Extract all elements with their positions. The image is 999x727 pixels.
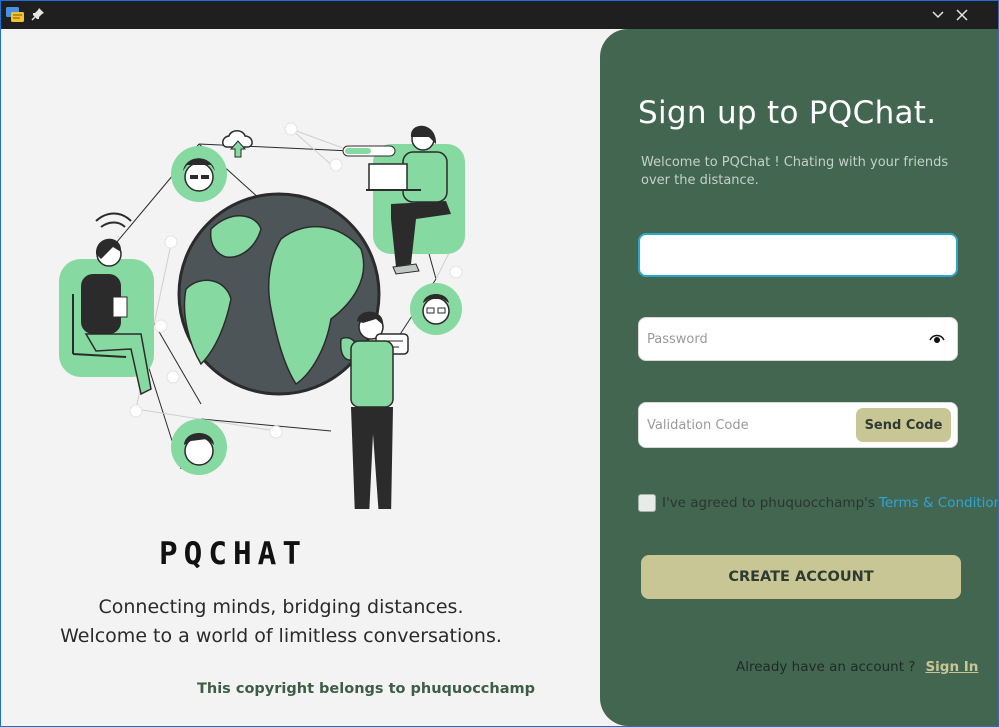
chat-app-icon [6, 7, 24, 22]
page-title: Sign up to PQChat. [638, 95, 937, 131]
minimize-button[interactable] [927, 5, 949, 25]
app-window: PQCHAT Connecting minds, bridging distan… [1, 1, 998, 726]
page-subtitle: Welcome to PQChat ! Chating with your fr… [641, 155, 949, 188]
have-account-text: Already have an account ? [736, 659, 916, 675]
chevron-down-icon [932, 11, 944, 19]
agree-text: I've agreed to phuquocchamp's [662, 495, 875, 511]
global-connection-illustration [59, 122, 465, 509]
email-input[interactable] [648, 235, 908, 275]
svg-text:PQCHAT: PQCHAT [159, 538, 307, 568]
eye-icon[interactable] [929, 332, 945, 346]
pin-icon[interactable] [31, 7, 45, 21]
send-code-button[interactable]: Send Code [856, 408, 951, 442]
title-bar [1, 1, 998, 29]
create-account-button[interactable]: CREATE ACCOUNT [641, 555, 961, 599]
sign-in-link[interactable]: Sign In [925, 659, 978, 675]
password-field[interactable] [638, 317, 958, 361]
signup-panel: Sign up to PQChat. Welcome to PQChat ! C… [600, 29, 998, 726]
password-input[interactable] [647, 318, 907, 360]
sign-in-row: Already have an account ? Sign In [736, 659, 978, 675]
welcome-panel: PQCHAT Connecting minds, bridging distan… [1, 29, 600, 726]
copyright-text: This copyright belongs to phuquocchamp [197, 681, 535, 697]
close-button[interactable] [951, 5, 973, 25]
terms-agreement: I've agreed to phuquocchamp's Terms & Co… [638, 493, 998, 513]
terms-checkbox[interactable] [638, 494, 656, 512]
email-field[interactable] [638, 233, 958, 277]
tagline-line2: Welcome to a world of limitless conversa… [60, 625, 502, 647]
pqchat-logo: PQCHAT [159, 538, 307, 568]
close-icon [956, 9, 968, 21]
validation-code-field[interactable]: Send Code [638, 402, 958, 448]
terms-link[interactable]: Terms & Conditions. [879, 495, 998, 511]
validation-code-input[interactable] [647, 403, 847, 447]
tagline-line1: Connecting minds, bridging distances. [98, 596, 464, 618]
